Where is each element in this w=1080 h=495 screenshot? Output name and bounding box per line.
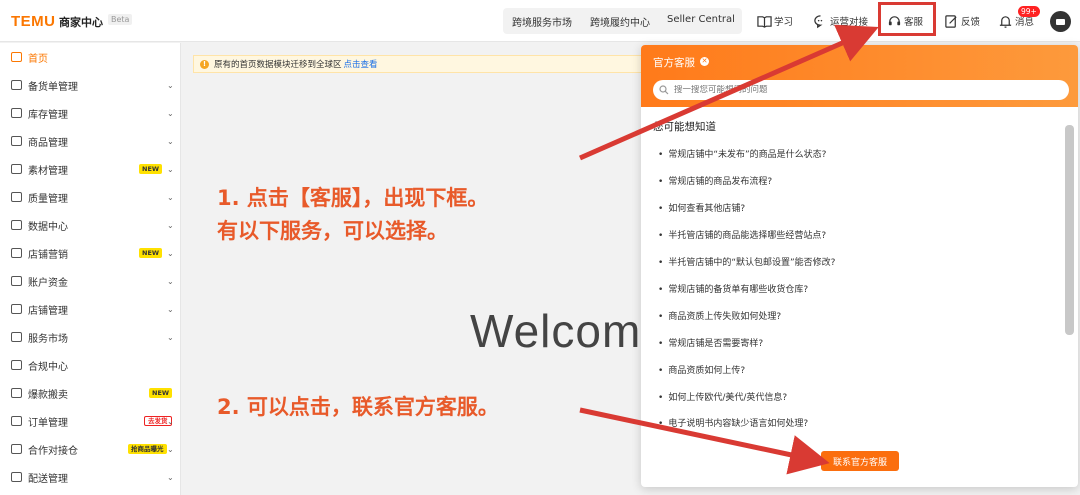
arrow-to-customer-service — [578, 24, 879, 161]
annotation-arrows — [578, 24, 879, 475]
arrow-to-contact-button — [579, 407, 830, 475]
